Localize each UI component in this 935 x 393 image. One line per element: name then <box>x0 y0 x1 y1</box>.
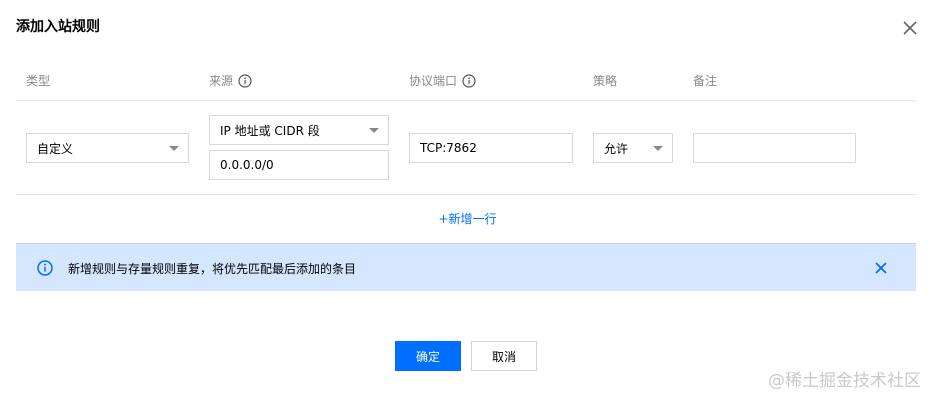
alert-message: 新增规则与存量规则重复，将优先匹配最后添加的条目 <box>68 262 357 276</box>
cancel-button[interactable]: 取消 <box>471 341 537 371</box>
source-type-select-value: IP 地址或 CIDR 段 <box>220 123 320 138</box>
column-header-port-label: 协议端口 <box>409 74 458 88</box>
port-input[interactable]: TCP:7862 <box>409 133 573 163</box>
add-row-link[interactable]: +新增一行 <box>438 212 496 226</box>
source-value-text: 0.0.0.0/0 <box>220 158 274 172</box>
type-select[interactable]: 自定义 <box>26 133 189 163</box>
column-header-source: 来源 <box>209 72 252 89</box>
port-info-icon[interactable] <box>462 73 476 88</box>
policy-select[interactable]: 允许 <box>593 133 673 163</box>
column-header-port: 协议端口 <box>409 72 476 89</box>
column-header-policy-label: 策略 <box>593 74 618 88</box>
close-icon[interactable] <box>900 18 920 38</box>
column-header-type: 类型 <box>26 72 50 89</box>
row-divider <box>16 194 916 195</box>
column-header-note: 备注 <box>693 72 717 89</box>
column-header-source-label: 来源 <box>209 74 234 88</box>
note-input[interactable] <box>693 133 856 163</box>
type-select-value: 自定义 <box>37 141 74 156</box>
chevron-down-icon <box>169 146 179 151</box>
header-divider <box>16 100 916 101</box>
column-header-note-label: 备注 <box>693 74 718 88</box>
policy-select-value: 允许 <box>604 141 629 156</box>
chevron-down-icon <box>653 146 663 151</box>
source-value-input[interactable]: 0.0.0.0/0 <box>209 150 389 180</box>
info-alert: 新增规则与存量规则重复，将优先匹配最后添加的条目 <box>16 243 916 291</box>
dialog-title: 添加入站规则 <box>16 19 100 35</box>
info-icon <box>37 260 53 276</box>
confirm-button[interactable]: 确定 <box>395 341 461 371</box>
source-info-icon[interactable] <box>238 73 252 88</box>
watermark: @稀土掘金技术社区 <box>768 371 921 391</box>
port-value-text: TCP:7862 <box>420 141 477 155</box>
chevron-down-icon <box>369 128 379 133</box>
source-type-select[interactable]: IP 地址或 CIDR 段 <box>209 115 389 145</box>
column-header-type-label: 类型 <box>26 74 51 88</box>
column-header-policy: 策略 <box>593 72 617 89</box>
alert-close-icon[interactable] <box>874 261 888 275</box>
